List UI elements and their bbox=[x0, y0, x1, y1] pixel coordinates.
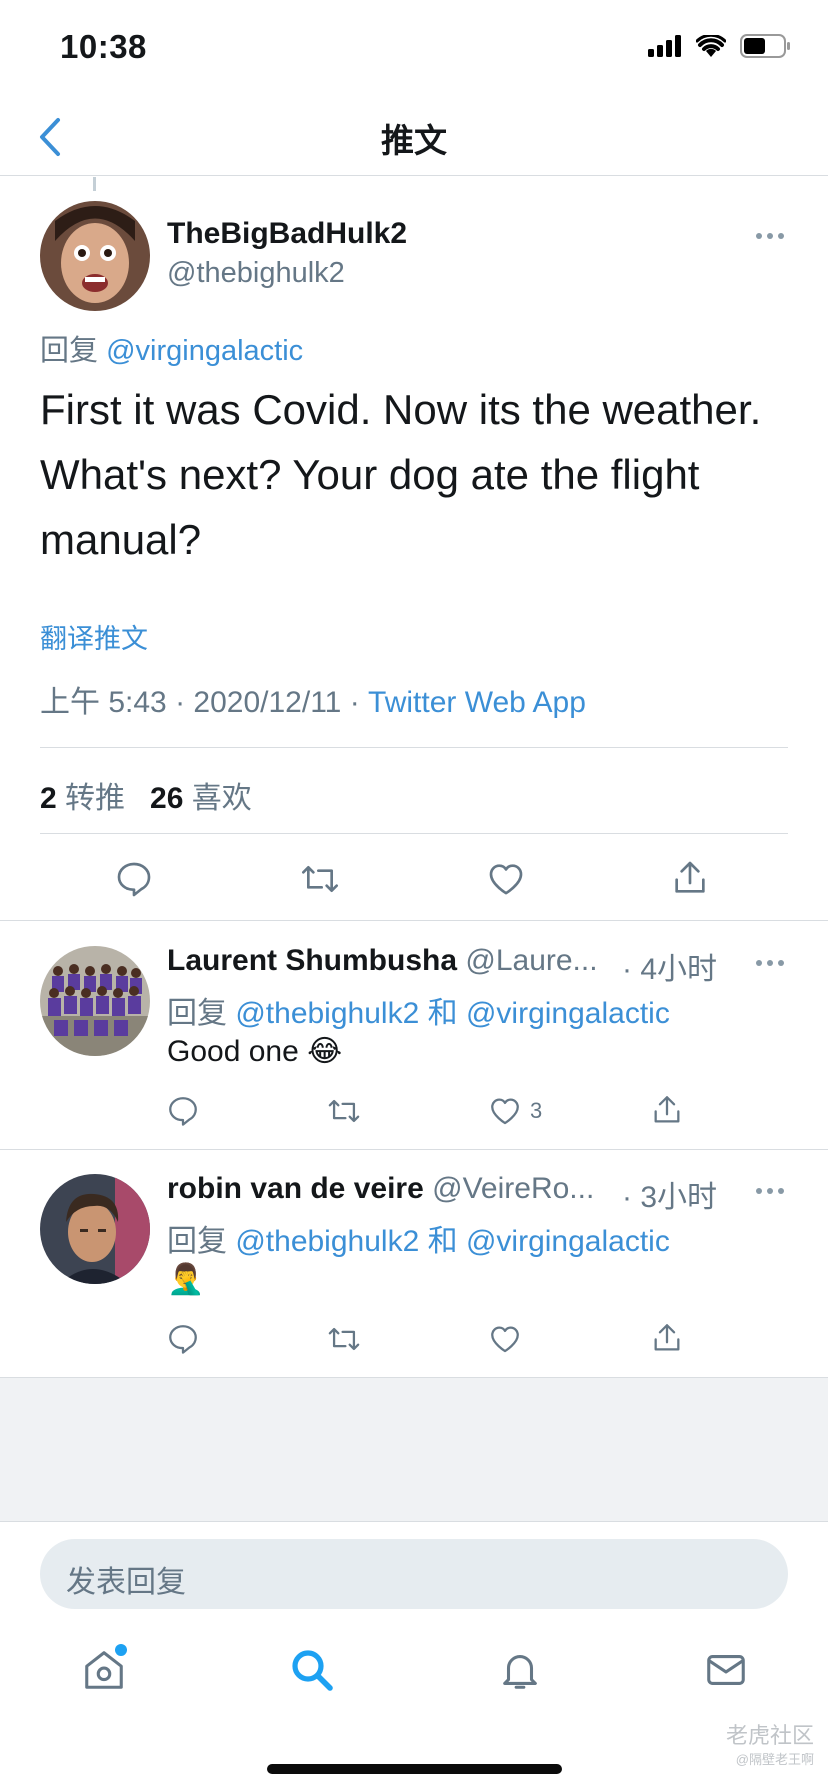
watermark: 老虎社区 @隔壁老王啊 bbox=[726, 1724, 814, 1772]
tab-search[interactable] bbox=[282, 1640, 342, 1700]
wifi-icon bbox=[696, 35, 726, 57]
heart-icon bbox=[491, 1326, 519, 1353]
tab-messages[interactable] bbox=[696, 1640, 756, 1700]
retweet-button[interactable] bbox=[325, 1322, 363, 1356]
reply-button[interactable] bbox=[166, 1322, 200, 1356]
author-name[interactable]: TheBigBadHulk2 bbox=[167, 217, 407, 251]
reply-tweet[interactable]: Laurent Shumbusha @Laure... · 4小时 回复 @th… bbox=[0, 922, 828, 1150]
reply-text: 🤦‍♂️ bbox=[167, 1263, 205, 1296]
reply-icon bbox=[117, 862, 151, 897]
reply-prefix: 回复 bbox=[167, 997, 227, 1030]
retweet-icon bbox=[328, 1099, 360, 1123]
separator: · bbox=[349, 686, 360, 719]
tab-bar bbox=[0, 1630, 828, 1720]
more-icon[interactable] bbox=[756, 960, 784, 966]
nav-bar: 推文 bbox=[0, 100, 828, 176]
share-button[interactable] bbox=[670, 857, 710, 899]
mention-link[interactable]: @thebighulk2 bbox=[235, 1225, 419, 1258]
share-icon bbox=[675, 861, 705, 893]
search-icon bbox=[292, 1650, 333, 1691]
author-handle[interactable]: @Laure... bbox=[465, 944, 597, 977]
status-time: 10:38 bbox=[60, 28, 147, 65]
like-button[interactable] bbox=[486, 859, 526, 899]
bell-icon bbox=[503, 1655, 537, 1689]
reply-time: · 4小时 bbox=[622, 953, 718, 986]
avatar-image bbox=[40, 201, 150, 311]
reply-to-line: 回复 @thebighulk2 和 @virgingalactic bbox=[167, 988, 670, 1032]
share-button[interactable] bbox=[650, 1320, 684, 1356]
reply-text: Good one 😂 bbox=[167, 1035, 343, 1068]
avatar[interactable] bbox=[40, 946, 150, 1056]
divider bbox=[40, 747, 788, 748]
tweet-source[interactable]: Twitter Web App bbox=[368, 686, 586, 719]
author-name[interactable]: Laurent Shumbusha bbox=[167, 944, 457, 977]
status-icons bbox=[648, 34, 792, 58]
and-text: 和 bbox=[427, 1225, 458, 1258]
reply-tweet[interactable]: robin van de veire @VeireRo... · 3小时 回复 … bbox=[0, 1150, 828, 1378]
tweet-actions bbox=[0, 849, 828, 909]
like-button[interactable]: 3 bbox=[488, 1094, 542, 1128]
author-handle[interactable]: @thebighulk2 bbox=[167, 257, 345, 290]
translate-link[interactable]: 翻译推文 bbox=[40, 617, 148, 656]
tweet-meta: 上午 5:43 · 2020/12/11 · Twitter Web App bbox=[40, 677, 586, 721]
tweet-time: 上午 5:43 bbox=[40, 686, 167, 719]
mention-link[interactable]: @virgingalactic bbox=[106, 335, 303, 367]
heart-icon bbox=[491, 1098, 519, 1125]
page-title: 推文 bbox=[381, 122, 447, 159]
retweet-icon bbox=[328, 1327, 360, 1351]
watermark-line1: 老虎社区 bbox=[725, 1723, 814, 1748]
tweet-date: 2020/12/11 bbox=[193, 686, 342, 719]
mention-link[interactable]: @virgingalactic bbox=[466, 997, 670, 1030]
share-icon bbox=[654, 1324, 680, 1351]
retweet-icon bbox=[302, 866, 338, 892]
reply-icon bbox=[169, 1325, 197, 1354]
avatar[interactable] bbox=[40, 1174, 150, 1284]
reply-button[interactable] bbox=[166, 1094, 200, 1128]
share-icon bbox=[654, 1096, 680, 1123]
author-handle[interactable]: @VeireRo... bbox=[432, 1172, 594, 1205]
compose-placeholder: 发表回复 bbox=[66, 1566, 186, 1599]
author-name[interactable]: robin van de veire bbox=[167, 1172, 424, 1205]
battery-icon bbox=[740, 34, 790, 58]
status-bar: 10:38 bbox=[0, 0, 828, 100]
mail-icon bbox=[707, 1655, 745, 1685]
reply-time: · 3小时 bbox=[622, 1181, 718, 1214]
avatar-image bbox=[40, 946, 150, 1056]
reply-prefix: 回复 bbox=[167, 1225, 227, 1258]
avatar-image bbox=[40, 1174, 150, 1284]
watermark-line2: @隔壁老王啊 bbox=[735, 1752, 814, 1767]
main-tweet: TheBigBadHulk2 @thebighulk2 回复 @virginga… bbox=[0, 177, 828, 921]
reply-prefix: 回复 bbox=[40, 335, 99, 367]
retweet-stat[interactable]: 2 转推 bbox=[40, 782, 125, 815]
like-button[interactable] bbox=[488, 1322, 530, 1356]
reply-button[interactable] bbox=[114, 859, 154, 899]
reply-to-line: 回复 @thebighulk2 和 @virgingalactic bbox=[167, 1216, 670, 1260]
like-stat[interactable]: 26 喜欢 bbox=[150, 782, 252, 815]
reply-icon bbox=[169, 1097, 197, 1126]
separator: · bbox=[175, 686, 186, 719]
more-icon[interactable] bbox=[756, 233, 784, 239]
reply-to-line: 回复 @virgingalactic bbox=[40, 327, 303, 369]
signal-icon bbox=[648, 35, 681, 57]
tweet-text: First it was Covid. Now its the weather.… bbox=[40, 386, 762, 563]
divider bbox=[40, 833, 788, 834]
avatar[interactable] bbox=[40, 201, 150, 311]
retweet-button[interactable] bbox=[325, 1094, 363, 1128]
share-button[interactable] bbox=[650, 1092, 684, 1128]
more-icon[interactable] bbox=[756, 1188, 784, 1194]
retweet-button[interactable] bbox=[298, 859, 342, 899]
reply-compose-input[interactable]: 发表回复 bbox=[40, 1539, 788, 1609]
home-indicator bbox=[267, 1764, 562, 1774]
home-notification-dot bbox=[115, 1644, 127, 1656]
tweet-stats: 2 转推 26 喜欢 bbox=[40, 773, 252, 817]
mention-link[interactable]: @thebighulk2 bbox=[235, 997, 419, 1030]
mention-link[interactable]: @virgingalactic bbox=[466, 1225, 670, 1258]
and-text: 和 bbox=[427, 997, 458, 1030]
tab-notifications[interactable] bbox=[490, 1640, 550, 1700]
empty-area bbox=[0, 1378, 828, 1522]
like-count: 3 bbox=[530, 1098, 543, 1123]
heart-icon bbox=[489, 864, 523, 895]
